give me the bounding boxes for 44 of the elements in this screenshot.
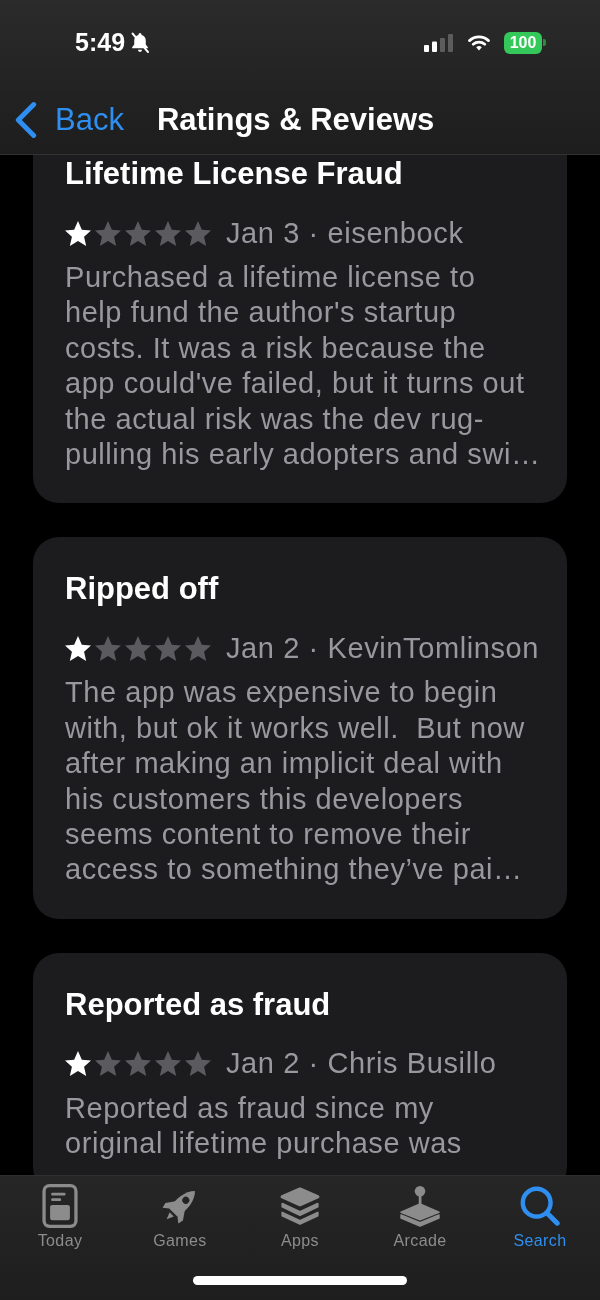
review-title: Ripped off <box>65 571 220 608</box>
joystick-icon <box>400 1184 440 1228</box>
star-icon <box>65 635 91 661</box>
review-card[interactable]: Reported as fraud Jan 2 · Chris Busillo Reported as fraud since my original lifetime purchase was <box>33 952 567 1175</box>
star-icon <box>125 635 151 661</box>
review-text: Reported as fraud since my original lifetime purchase was <box>65 1090 463 1162</box>
star-icon <box>155 220 181 246</box>
tab-item[interactable]: Search <box>513 1184 567 1250</box>
review-date-author: Jan 2 · Chris Busillo <box>226 1047 497 1081</box>
review-card[interactable] <box>33 155 567 504</box>
newspaper-icon <box>40 1184 80 1228</box>
star-icon <box>125 1051 151 1077</box>
layers-icon <box>280 1184 320 1228</box>
search-icon <box>520 1184 560 1228</box>
star-icon <box>185 1051 211 1077</box>
bell-slash-icon <box>131 32 150 53</box>
page-title: Ratings & Reviews <box>156 101 435 138</box>
review-text: Purchased a lifetime license to help fund the author's startup costs. It was a risk because the app could've failed, but it turns out the actual risk was the dev rug- pulling his early adopters and swi… <box>65 260 542 473</box>
battery-indicator: 100 <box>504 31 546 54</box>
tab-item[interactable]: Today <box>37 1184 83 1250</box>
tab-item[interactable]: Apps <box>280 1184 320 1250</box>
star-icon <box>155 1051 181 1077</box>
review-title: Reported as fraud <box>65 986 332 1023</box>
star-icon <box>95 220 121 246</box>
review-date-author: Jan 2 · KevinTomlinson <box>226 631 539 665</box>
star-icon <box>125 220 151 246</box>
signal-icon <box>424 33 454 52</box>
star-icon <box>185 220 211 246</box>
star-icon <box>95 635 121 661</box>
chevron-left-icon <box>15 101 37 138</box>
star-icon <box>65 220 91 246</box>
wifi-icon <box>467 34 491 51</box>
review-date-author: Jan 3 · eisenbock <box>226 216 464 250</box>
star-icon <box>185 635 211 661</box>
tab-item[interactable]: Games <box>153 1184 207 1250</box>
tab-item[interactable]: Arcade <box>393 1184 447 1250</box>
review-card[interactable] <box>33 537 567 919</box>
back-button[interactable]: Back <box>15 101 124 138</box>
review-text: The app was expensive to begin with, but ok it works well. But now after making an implicit deal with his customers this developers seems content to remove their access to something they’ve pai… <box>65 675 526 888</box>
status-time: 5:49 <box>75 28 126 57</box>
star-icon <box>155 635 181 661</box>
star-icon <box>65 1051 91 1077</box>
review-title: Lifetime License Fraud <box>65 156 404 192</box>
star-icon <box>95 1051 121 1077</box>
